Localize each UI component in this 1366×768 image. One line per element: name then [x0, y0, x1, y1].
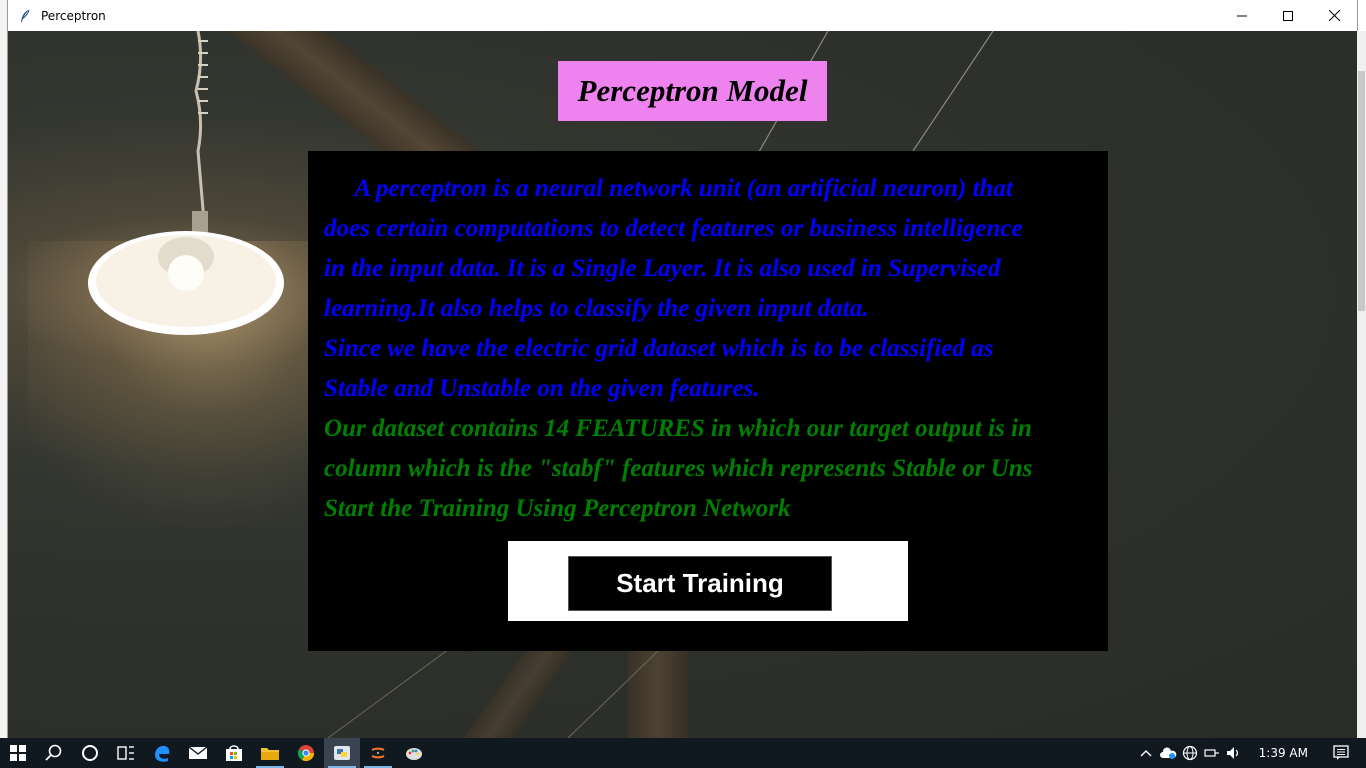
- main-canvas: Perceptron Model A perceptron is a neura…: [8, 31, 1357, 738]
- paint-icon: [406, 748, 422, 760]
- window-controls: [1219, 0, 1357, 31]
- globe-icon: [1182, 745, 1197, 761]
- chrome-icon: [297, 745, 315, 762]
- description-line: Our dataset contains 14 FEATURES in whic…: [324, 415, 1032, 442]
- search-icon: [45, 744, 62, 761]
- cortana-icon: [82, 745, 98, 761]
- description-line: Stable and Unstable on the given feature…: [324, 375, 760, 402]
- description-line: in the input data. It is a Single Layer.…: [324, 255, 1001, 282]
- task-view-button[interactable]: [108, 738, 144, 768]
- start-button[interactable]: [0, 738, 36, 768]
- action-center-button[interactable]: [1330, 738, 1352, 768]
- page-title-box: Perceptron Model: [558, 61, 827, 121]
- taskbar: 1:39 AM: [0, 738, 1366, 768]
- maximize-icon: [1283, 10, 1293, 21]
- minimize-icon: [1237, 15, 1247, 16]
- description-line: Start the Training Using Perceptron Netw…: [324, 495, 791, 522]
- system-tray: 1:39 AM: [1135, 738, 1366, 768]
- close-icon: [1328, 10, 1340, 21]
- description-panel: A perceptron is a neural network unit (a…: [308, 151, 1108, 651]
- windows-icon: [10, 745, 26, 761]
- folder-icon: [261, 748, 279, 760]
- taskbar-clock[interactable]: 1:39 AM: [1259, 746, 1308, 760]
- taskbar-app-mail[interactable]: [180, 738, 216, 768]
- description-line: Since we have the electric grid dataset …: [324, 335, 994, 362]
- background-scrollbar[interactable]: [1357, 31, 1366, 738]
- show-hidden-icons-button[interactable]: [1135, 738, 1157, 768]
- mail-icon: [189, 746, 207, 759]
- scrollbar-thumb[interactable]: [1358, 71, 1365, 311]
- taskbar-app-file-explorer[interactable]: [252, 738, 288, 768]
- description-line: learning.It also helps to classify the g…: [324, 295, 869, 322]
- taskbar-app-edge[interactable]: [144, 738, 180, 768]
- title-bar: Perceptron: [8, 0, 1357, 31]
- task-view-icon: [117, 746, 134, 760]
- cloud-sync-icon: [1159, 747, 1176, 759]
- window-title: Perceptron: [41, 8, 106, 23]
- taskbar-app-paint[interactable]: [396, 738, 432, 768]
- feather-icon: [17, 8, 33, 24]
- minimize-button[interactable]: [1219, 0, 1265, 31]
- taskbar-app-python-idle[interactable]: [324, 738, 360, 768]
- close-button[interactable]: [1311, 0, 1357, 31]
- network-button[interactable]: [1179, 738, 1201, 768]
- volume-button[interactable]: [1223, 738, 1245, 768]
- cortana-button[interactable]: [72, 738, 108, 768]
- search-button[interactable]: [36, 738, 72, 768]
- power-button[interactable]: [1201, 738, 1223, 768]
- notification-icon: [1333, 745, 1349, 760]
- start-training-button[interactable]: Start Training: [568, 556, 832, 611]
- button-frame: Start Training: [508, 541, 908, 621]
- python-icon: [334, 746, 350, 760]
- maximize-button[interactable]: [1265, 0, 1311, 31]
- edge-icon: [155, 745, 170, 762]
- taskbar-app-chrome[interactable]: [288, 738, 324, 768]
- speaker-icon: [1226, 747, 1238, 759]
- chevron-up-icon: [1140, 750, 1152, 757]
- description-text: A perceptron is a neural network unit (a…: [324, 169, 1032, 529]
- taskbar-app-jupyter[interactable]: [360, 738, 396, 768]
- lamp-icon: [88, 231, 284, 335]
- taskbar-app-store[interactable]: [216, 738, 252, 768]
- onedrive-button[interactable]: [1157, 738, 1179, 768]
- description-line: does certain computations to detect feat…: [324, 215, 1023, 242]
- jupyter-icon: [371, 747, 385, 759]
- app-window: Perceptron Perceptron Model A perceptron…: [8, 0, 1366, 738]
- power-plug-icon: [1204, 749, 1219, 757]
- description-line: A perceptron is a neural network unit (a…: [324, 175, 1013, 202]
- page-title: Perceptron Model: [577, 73, 808, 108]
- description-line: column which is the "stabf" features whi…: [324, 455, 1033, 482]
- store-icon: [226, 745, 242, 761]
